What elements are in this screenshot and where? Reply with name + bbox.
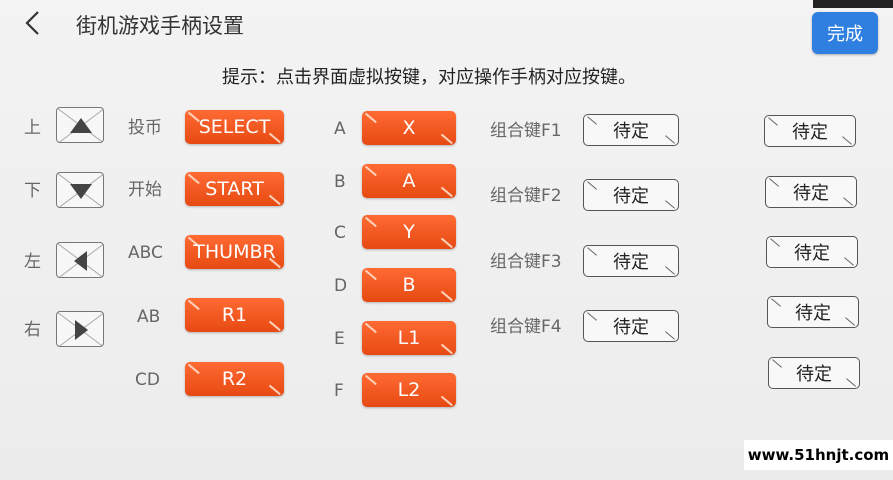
watermark: www.51hnjt.com bbox=[744, 440, 893, 470]
dpad-left-button[interactable] bbox=[56, 242, 104, 278]
done-button[interactable]: 完成 bbox=[812, 12, 878, 54]
function-label: CD bbox=[135, 370, 160, 390]
dpad-label-up: 上 bbox=[24, 118, 41, 138]
button-text: A bbox=[402, 170, 416, 192]
letter-button-f[interactable]: L2 bbox=[362, 373, 456, 407]
function-label: 投币 bbox=[128, 118, 162, 138]
function-button-thumbr[interactable]: THUMBR bbox=[185, 235, 284, 269]
function-button-select[interactable]: SELECT bbox=[185, 110, 284, 144]
letter-button-b[interactable]: A bbox=[362, 164, 456, 198]
button-text: L1 bbox=[397, 327, 421, 349]
button-text: R1 bbox=[221, 304, 248, 326]
chevron-left-icon bbox=[25, 11, 39, 35]
combo-label: 组合键F3 bbox=[490, 252, 562, 272]
dpad-label-right: 右 bbox=[24, 320, 41, 340]
page-title: 街机游戏手柄设置 bbox=[76, 14, 244, 38]
button-text: B bbox=[402, 274, 416, 296]
arrow-up-icon bbox=[57, 108, 103, 142]
arrow-down-icon bbox=[57, 173, 103, 207]
letter-button-d[interactable]: B bbox=[362, 268, 456, 302]
combo-label: 组合键F1 bbox=[490, 121, 562, 141]
extra-button[interactable]: 待定 bbox=[766, 236, 858, 268]
combo-button-f3[interactable]: 待定 bbox=[583, 245, 679, 277]
letter-label: C bbox=[334, 223, 346, 243]
dpad-right-button[interactable] bbox=[56, 311, 104, 347]
button-text: R2 bbox=[221, 368, 248, 390]
button-text: Y bbox=[403, 221, 415, 243]
letter-button-c[interactable]: Y bbox=[362, 215, 456, 249]
function-label: ABC bbox=[128, 243, 163, 263]
combo-label: 组合键F2 bbox=[490, 186, 562, 206]
combo-label: 组合键F4 bbox=[490, 317, 562, 337]
dpad-label-left: 左 bbox=[24, 252, 41, 272]
dpad-label-down: 下 bbox=[24, 181, 41, 201]
button-text: START bbox=[205, 178, 264, 200]
arrow-left-icon bbox=[57, 243, 103, 277]
hint-text: 提示：点击界面虚拟按键，对应操作手柄对应按键。 bbox=[222, 67, 636, 88]
extra-button[interactable]: 待定 bbox=[764, 115, 856, 147]
letter-button-e[interactable]: L1 bbox=[362, 321, 456, 355]
top-edge bbox=[813, 0, 893, 8]
function-label: AB bbox=[137, 307, 161, 327]
dpad-up-button[interactable] bbox=[56, 107, 104, 143]
letter-label: B bbox=[334, 172, 346, 192]
function-button-r2[interactable]: R2 bbox=[185, 362, 284, 396]
button-text: THUMBR bbox=[193, 241, 276, 263]
dpad-down-button[interactable] bbox=[56, 172, 104, 208]
function-label: 开始 bbox=[128, 180, 162, 200]
letter-label: A bbox=[334, 119, 346, 139]
letter-label: E bbox=[334, 329, 345, 349]
button-text: SELECT bbox=[198, 116, 271, 138]
function-button-r1[interactable]: R1 bbox=[185, 298, 284, 332]
extra-button[interactable]: 待定 bbox=[768, 357, 860, 389]
button-text: L2 bbox=[397, 379, 421, 401]
letter-label: F bbox=[334, 381, 344, 401]
combo-button-f4[interactable]: 待定 bbox=[583, 310, 679, 342]
letter-label: D bbox=[334, 276, 348, 296]
extra-button[interactable]: 待定 bbox=[767, 296, 859, 328]
letter-button-a[interactable]: X bbox=[362, 111, 456, 145]
combo-button-f1[interactable]: 待定 bbox=[583, 114, 679, 146]
function-button-start[interactable]: START bbox=[185, 172, 284, 206]
extra-button[interactable]: 待定 bbox=[765, 176, 857, 208]
arrow-right-icon bbox=[57, 312, 103, 346]
back-button[interactable] bbox=[20, 8, 46, 38]
combo-button-f2[interactable]: 待定 bbox=[583, 179, 679, 211]
button-text: X bbox=[402, 117, 416, 139]
